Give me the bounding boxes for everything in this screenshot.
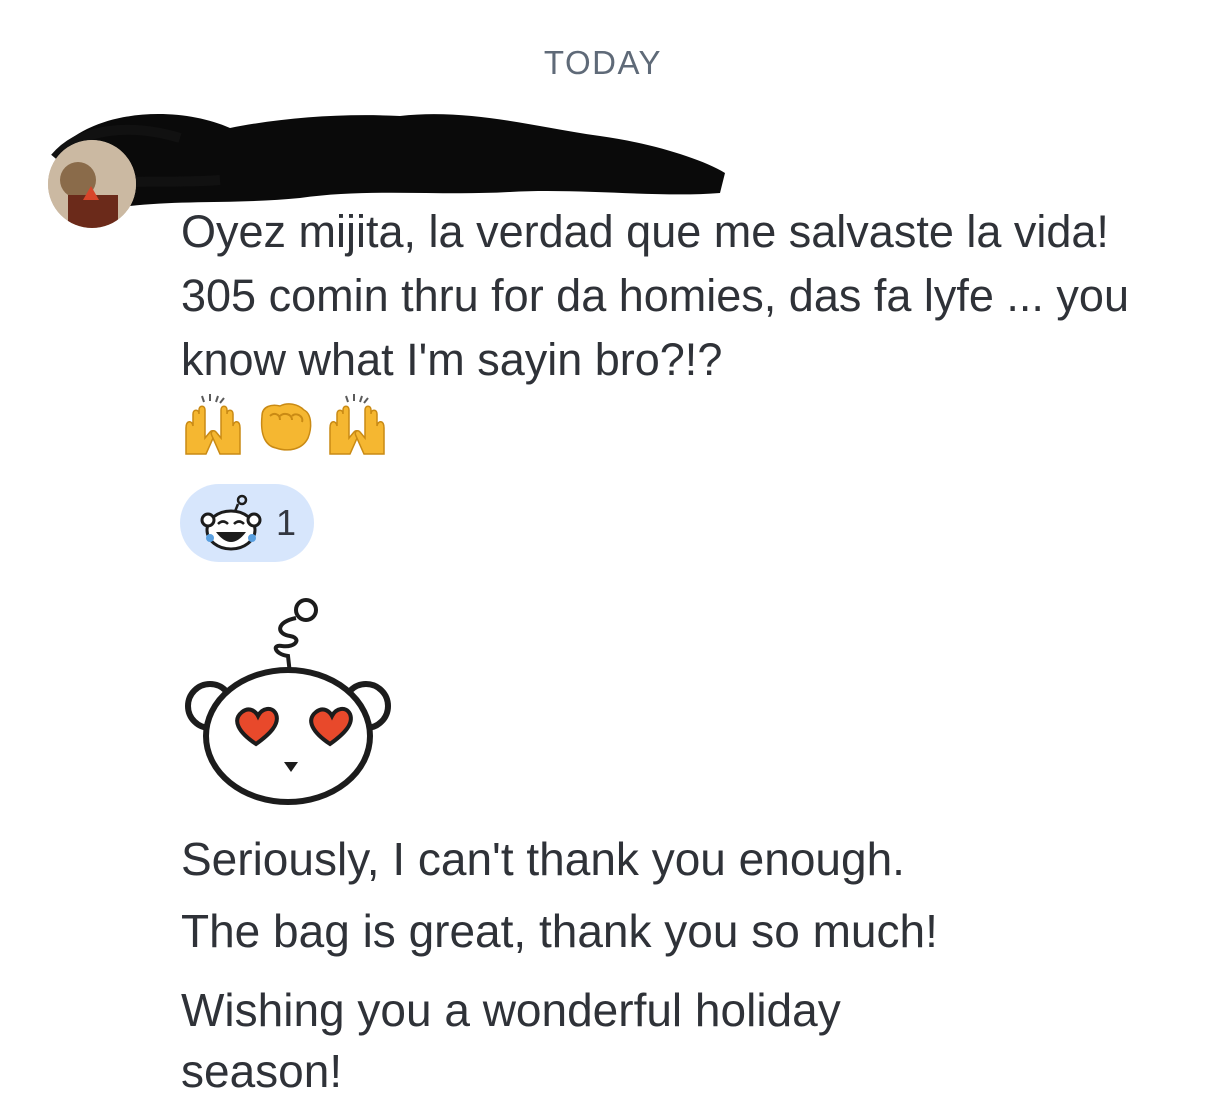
fist-icon [252, 394, 318, 458]
followup-message: season! [181, 1045, 343, 1097]
heart-eyes-snoo-icon [178, 596, 398, 813]
reaction-count: 1 [276, 502, 297, 543]
followup-message: Wishing you a wonderful holiday [181, 984, 841, 1036]
tears-of-joy-snoo-icon [196, 490, 266, 561]
followup-message: The bag is great, thank you so much! [181, 905, 938, 957]
redacted-username [51, 114, 725, 207]
avatar[interactable] [48, 140, 136, 228]
message-text: Oyez mijita, la verdad que me salvaste l… [181, 206, 1129, 385]
reaction-pill[interactable]: 1 [180, 484, 314, 562]
raising-hands-icon [180, 394, 246, 458]
date-divider: TODAY [543, 44, 663, 81]
emoji-row [180, 394, 396, 458]
raising-hands-icon [324, 394, 390, 458]
followup-message: Seriously, I can't thank you enough. [181, 833, 905, 885]
